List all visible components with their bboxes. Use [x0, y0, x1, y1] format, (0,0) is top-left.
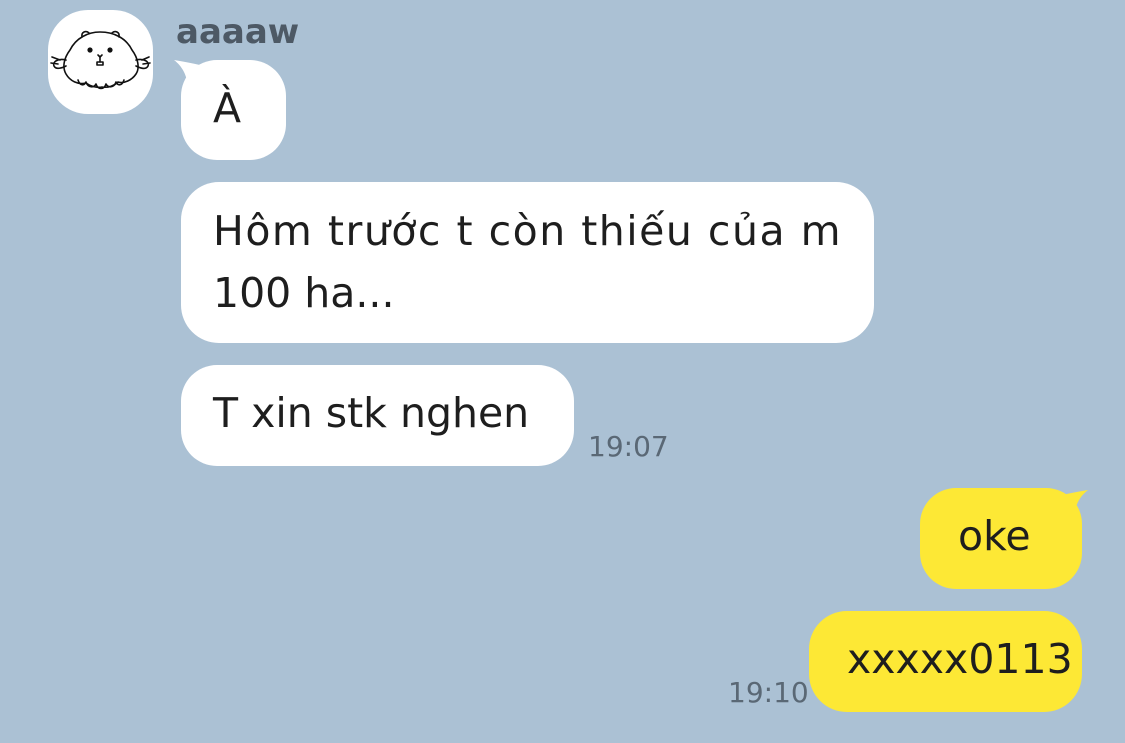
message-bubble-incoming[interactable]: Hôm trước t còn thiếu của m 100 ha... [181, 182, 874, 343]
message-text: T xin stk nghen [213, 389, 530, 437]
message-bubble-incoming[interactable]: À [181, 60, 286, 160]
message-text-line: Hôm trước t còn thiếu của m [213, 207, 843, 255]
message-bubble-outgoing[interactable]: xxxxx0113 [809, 611, 1082, 712]
message-text: À [213, 84, 242, 132]
hamster-icon [50, 30, 151, 90]
contact-avatar[interactable] [48, 10, 153, 114]
message-timestamp: 19:10 [728, 676, 809, 709]
message-bubble-outgoing[interactable]: oke [920, 488, 1082, 589]
message-text: oke [958, 512, 1031, 560]
message-timestamp: 19:07 [588, 430, 669, 463]
message-bubble-incoming[interactable]: T xin stk nghen [181, 365, 574, 466]
sender-name: aaaaw [176, 12, 300, 52]
message-text-line: 100 ha... [213, 269, 395, 317]
message-text: xxxxx0113 [847, 635, 1073, 683]
